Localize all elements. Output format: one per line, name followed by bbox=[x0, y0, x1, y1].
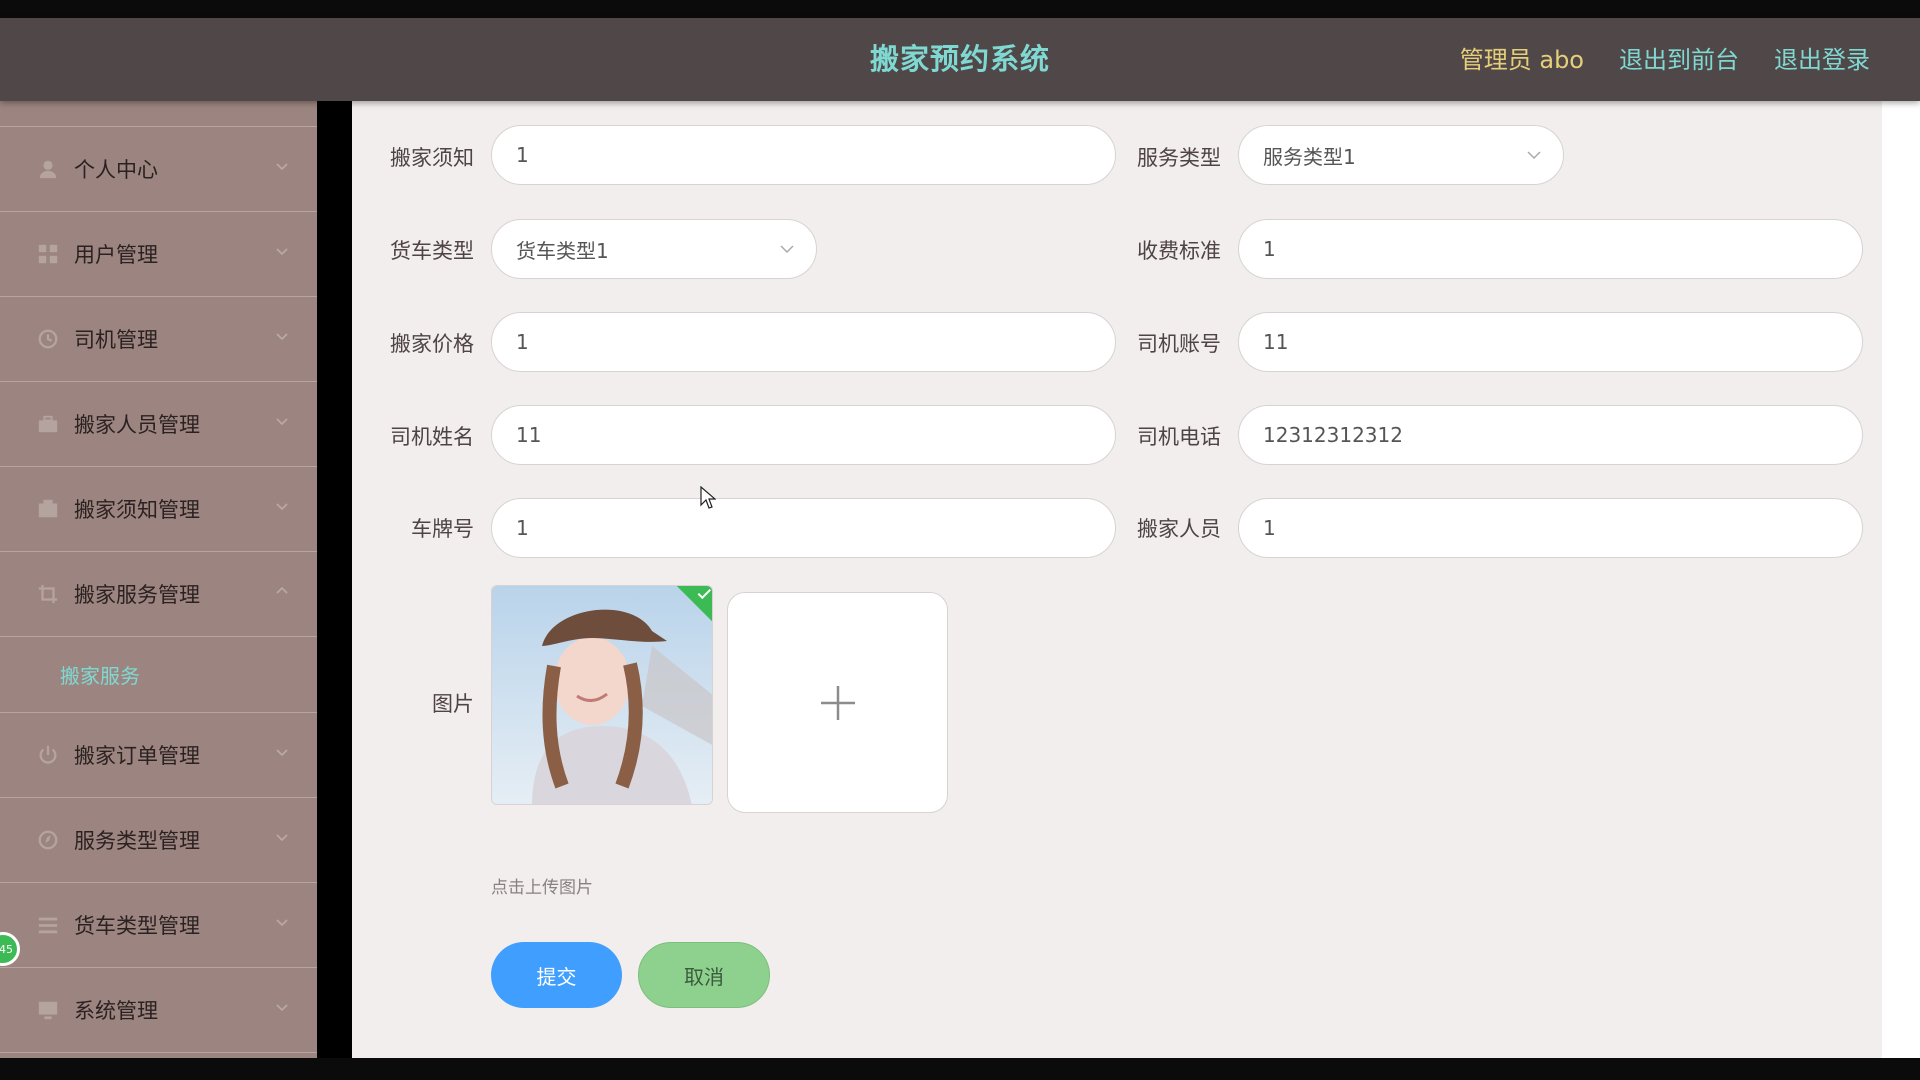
sidebar-item-personal-center[interactable]: 个人中心 bbox=[0, 127, 317, 212]
header-actions: 管理员 abo 退出到前台 退出登录 bbox=[1460, 40, 1870, 75]
price-label: 搬家价格 bbox=[390, 332, 474, 356]
truck-type-label: 货车类型 bbox=[390, 239, 474, 263]
driver-phone-label: 司机电话 bbox=[1137, 425, 1221, 449]
upload-hint-text: 点击上传图片 bbox=[491, 878, 593, 898]
uploaded-image-thumbnail[interactable] bbox=[491, 585, 713, 805]
sidebar-item-mover-management[interactable]: 搬家人员管理 bbox=[0, 382, 317, 467]
crop-icon bbox=[36, 583, 60, 605]
back-to-frontend-link[interactable]: 退出到前台 bbox=[1619, 40, 1739, 75]
compass-icon bbox=[36, 829, 60, 851]
box-icon bbox=[36, 498, 60, 520]
chevron-down-icon bbox=[780, 245, 794, 254]
sidebar-item-driver-management[interactable]: 司机管理 bbox=[0, 297, 317, 382]
sidebar-item-label: 司机管理 bbox=[74, 328, 158, 352]
chevron-down-icon bbox=[276, 1004, 288, 1012]
movers-input[interactable]: 1 bbox=[1238, 498, 1863, 558]
sidebar-item-system-management[interactable]: 系统管理 bbox=[0, 968, 317, 1053]
sidebar-item-label: 搬家人员管理 bbox=[74, 413, 200, 437]
image-label: 图片 bbox=[432, 692, 474, 716]
sidebar-item-label: 系统管理 bbox=[74, 999, 158, 1023]
grid-icon bbox=[36, 243, 60, 265]
logout-link[interactable]: 退出登录 bbox=[1774, 40, 1870, 75]
sidebar-item-label: 用户管理 bbox=[74, 243, 158, 267]
notice-input[interactable]: 1 bbox=[491, 125, 1116, 185]
submit-button[interactable]: 提交 bbox=[491, 942, 622, 1008]
sidebar: 个人中心 用户管理 司机管理 搬家人员管理 搬家须知管理 搬家服务管理 搬家服务… bbox=[0, 101, 317, 1058]
screen-top-border bbox=[0, 0, 1920, 18]
notice-label: 搬家须知 bbox=[390, 146, 474, 170]
chevron-down-icon bbox=[276, 248, 288, 256]
sidebar-item-label: 搬家须知管理 bbox=[74, 498, 200, 522]
list-icon bbox=[36, 914, 60, 936]
check-icon bbox=[697, 589, 711, 600]
plus-icon bbox=[820, 685, 855, 720]
sidebar-item-service-type-management[interactable]: 服务类型管理 bbox=[0, 798, 317, 883]
driver-phone-input[interactable]: 12312312312 bbox=[1238, 405, 1863, 465]
app-header: 搬家预约系统 管理员 abo 退出到前台 退出登录 bbox=[0, 18, 1920, 101]
power-icon bbox=[36, 744, 60, 766]
sidebar-item-label: 服务类型管理 bbox=[74, 829, 200, 853]
chevron-down-icon bbox=[1527, 151, 1541, 160]
monitor-icon bbox=[36, 999, 60, 1021]
photo-image bbox=[492, 586, 712, 804]
chevron-up-icon bbox=[276, 586, 288, 594]
plate-label: 车牌号 bbox=[411, 517, 474, 541]
chevron-down-icon bbox=[276, 749, 288, 757]
price-input[interactable]: 1 bbox=[491, 312, 1116, 372]
admin-label: 管理员 abo bbox=[1459, 46, 1584, 74]
sidebar-item-user-management[interactable]: 用户管理 bbox=[0, 212, 317, 297]
truck-type-value: 货车类型1 bbox=[516, 238, 609, 263]
driver-name-label: 司机姓名 bbox=[390, 425, 474, 449]
service-type-label: 服务类型 bbox=[1137, 146, 1221, 170]
sidebar-item-order-management[interactable]: 搬家订单管理 bbox=[0, 713, 317, 798]
driver-account-input[interactable]: 11 bbox=[1238, 312, 1863, 372]
form-panel: 搬家须知 1 服务类型 服务类型1 货车类型 货车类型1 收费标准 1 搬家价格… bbox=[352, 101, 1882, 1058]
briefcase-icon bbox=[36, 413, 60, 435]
clock-icon bbox=[36, 328, 60, 350]
sidebar-top-gap bbox=[0, 101, 317, 127]
chevron-down-icon bbox=[276, 333, 288, 341]
driver-name-input[interactable]: 11 bbox=[491, 405, 1116, 465]
chevron-down-icon bbox=[276, 418, 288, 426]
sidebar-item-notice-management[interactable]: 搬家须知管理 bbox=[0, 467, 317, 552]
chevron-down-icon bbox=[276, 834, 288, 842]
chevron-down-icon bbox=[276, 503, 288, 511]
truck-type-select[interactable]: 货车类型1 bbox=[491, 219, 817, 279]
plate-input[interactable]: 1 bbox=[491, 498, 1116, 558]
sidebar-item-truck-type-management[interactable]: 货车类型管理 bbox=[0, 883, 317, 968]
sidebar-item-label: 搬家订单管理 bbox=[74, 744, 200, 768]
service-type-value: 服务类型1 bbox=[1263, 144, 1356, 169]
service-type-select[interactable]: 服务类型1 bbox=[1238, 125, 1564, 185]
submenu-item-moving-service[interactable]: 搬家服务 bbox=[0, 637, 317, 713]
sidebar-item-label: 搬家服务管理 bbox=[74, 583, 200, 607]
user-icon bbox=[36, 158, 60, 180]
page-right-edge bbox=[1882, 101, 1920, 1058]
screen-bottom-border bbox=[0, 1058, 1920, 1080]
chevron-down-icon bbox=[276, 919, 288, 927]
sidebar-item-label: 货车类型管理 bbox=[74, 914, 200, 938]
cancel-button[interactable]: 取消 bbox=[638, 942, 770, 1008]
sidebar-item-label: 个人中心 bbox=[74, 158, 158, 182]
sidebar-item-service-management[interactable]: 搬家服务管理 bbox=[0, 552, 317, 637]
movers-label: 搬家人员 bbox=[1137, 517, 1221, 541]
driver-account-label: 司机账号 bbox=[1137, 332, 1221, 356]
fee-standard-input[interactable]: 1 bbox=[1238, 219, 1863, 279]
fee-standard-label: 收费标准 bbox=[1137, 239, 1221, 263]
image-upload-button[interactable] bbox=[727, 592, 948, 813]
chevron-down-icon bbox=[276, 163, 288, 171]
mouse-cursor-icon bbox=[700, 486, 716, 509]
